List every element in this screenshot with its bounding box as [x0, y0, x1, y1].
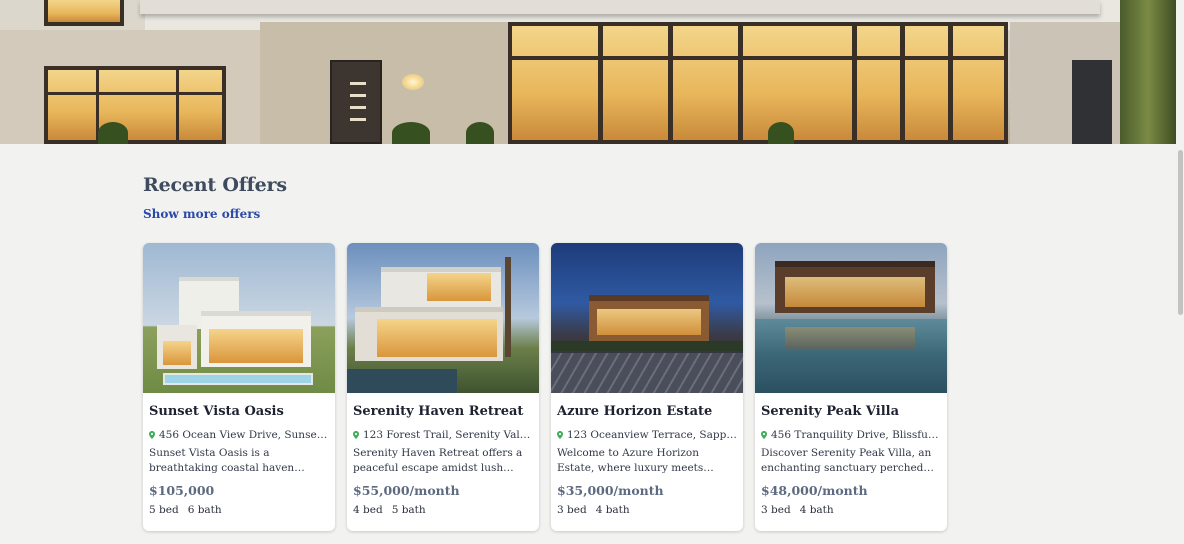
bath-count: 5 bath	[391, 504, 426, 516]
listing-image	[143, 243, 335, 393]
bath-count: 4 bath	[799, 504, 834, 516]
listing-card[interactable]: Serenity Peak Villa 456 Tranquility Driv…	[755, 243, 947, 531]
listing-image	[755, 243, 947, 393]
listing-image	[347, 243, 539, 393]
bed-count: 3 bed	[761, 504, 791, 516]
listing-price: $48,000/month	[761, 483, 868, 498]
listing-name[interactable]: Azure Horizon Estate	[557, 404, 737, 422]
listing-price: $35,000/month	[557, 483, 664, 498]
listing-image	[551, 243, 743, 393]
listing-price: $55,000/month	[353, 483, 460, 498]
section-title: Recent Offers	[143, 174, 287, 196]
listing-address: 456 Ocean View Drive, Sunset Ba...	[149, 429, 329, 441]
listing-card[interactable]: Serenity Haven Retreat 123 Forest Trail,…	[347, 243, 539, 531]
listing-address: 123 Forest Trail, Serenity Valley, ...	[353, 429, 533, 441]
map-pin-icon	[353, 431, 359, 439]
listing-card[interactable]: Azure Horizon Estate 123 Oceanview Terra…	[551, 243, 743, 531]
listing-name[interactable]: Sunset Vista Oasis	[149, 404, 329, 422]
map-pin-icon	[761, 431, 767, 439]
listing-description: Sunset Vista Oasis is a breathtaking coa…	[149, 447, 295, 474]
listing-description: Discover Serenity Peak Villa, an enchant…	[761, 447, 932, 474]
scrollbar-thumb[interactable]	[1178, 150, 1183, 315]
listing-price: $105,000	[149, 483, 215, 498]
listing-meta: 3 bed 4 bath	[761, 504, 941, 516]
bed-count: 4 bed	[353, 504, 383, 516]
listing-meta: 3 bed 4 bath	[557, 504, 737, 516]
listing-name[interactable]: Serenity Haven Retreat	[353, 404, 533, 422]
page-scrollbar[interactable]	[1176, 0, 1184, 544]
listing-name[interactable]: Serenity Peak Villa	[761, 404, 941, 422]
listing-meta: 5 bed 6 bath	[149, 504, 329, 516]
hero-banner-image	[0, 0, 1176, 144]
listing-address: 456 Tranquility Drive, Blissful Me...	[761, 429, 941, 441]
listing-description: Welcome to Azure Horizon Estate, where l…	[557, 447, 704, 474]
bath-count: 4 bath	[595, 504, 630, 516]
map-pin-icon	[557, 431, 563, 439]
listing-card[interactable]: Sunset Vista Oasis 456 Ocean View Drive,…	[143, 243, 335, 531]
listing-meta: 4 bed 5 bath	[353, 504, 533, 516]
show-more-offers-link[interactable]: Show more offers	[143, 207, 260, 221]
bath-count: 6 bath	[187, 504, 222, 516]
listing-description: Serenity Haven Retreat offers a peaceful…	[353, 447, 523, 474]
bed-count: 5 bed	[149, 504, 179, 516]
bed-count: 3 bed	[557, 504, 587, 516]
map-pin-icon	[149, 431, 155, 439]
listing-address: 123 Oceanview Terrace, Sapphire ...	[557, 429, 737, 441]
